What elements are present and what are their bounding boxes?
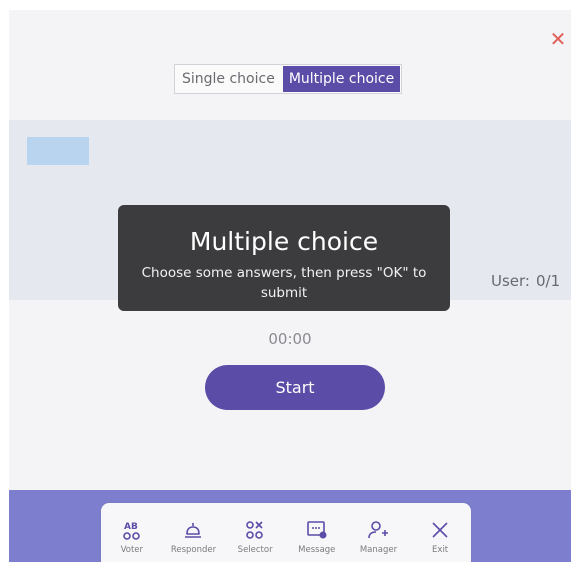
- svg-text:AB: AB: [124, 522, 138, 532]
- message-button[interactable]: Message: [289, 518, 345, 555]
- tooltip-text: Choose some answers, then press "OK" to …: [141, 265, 427, 301]
- voter-label: Voter: [120, 544, 144, 555]
- exit-button[interactable]: Exit: [412, 518, 468, 555]
- answer-tag: [27, 137, 89, 165]
- responder-button[interactable]: Responder: [165, 518, 221, 555]
- user-count-label: User:: [491, 272, 530, 290]
- selector-label: Selector: [237, 544, 273, 555]
- tooltip-popup: Multiple choice Choose some answers, the…: [118, 205, 450, 311]
- mode-switch: Single choice Multiple choice: [174, 64, 403, 94]
- close-icon[interactable]: ✕: [549, 29, 567, 49]
- selector-icon: [246, 520, 263, 539]
- tooltip-title: Multiple choice: [189, 227, 379, 256]
- selector-button[interactable]: Selector: [227, 518, 283, 555]
- manager-icon: [368, 520, 389, 538]
- start-button[interactable]: Start: [205, 365, 385, 410]
- timer: 00:00: [268, 330, 312, 348]
- voting-window: ✕ Single choice Multiple choice User: 0/1…: [9, 10, 571, 562]
- user-count: User: 0/1: [491, 272, 560, 290]
- user-count-value: 0/1: [535, 272, 561, 290]
- exit-icon: [432, 521, 448, 538]
- toolbar: AB Voter Responder Selector Message Mana…: [101, 503, 471, 562]
- exit-label: Exit: [432, 544, 449, 555]
- tab-multiple-choice[interactable]: Multiple choice: [282, 66, 401, 92]
- responder-label: Responder: [170, 544, 217, 555]
- message-label: Message: [298, 544, 336, 555]
- responder-icon: [185, 522, 202, 538]
- tab-single-choice[interactable]: Single choice: [175, 65, 282, 93]
- message-icon: [306, 520, 327, 538]
- manager-button[interactable]: Manager: [350, 518, 406, 555]
- voter-button[interactable]: AB Voter: [104, 518, 160, 555]
- voter-icon: AB: [123, 522, 140, 540]
- manager-label: Manager: [359, 544, 398, 555]
